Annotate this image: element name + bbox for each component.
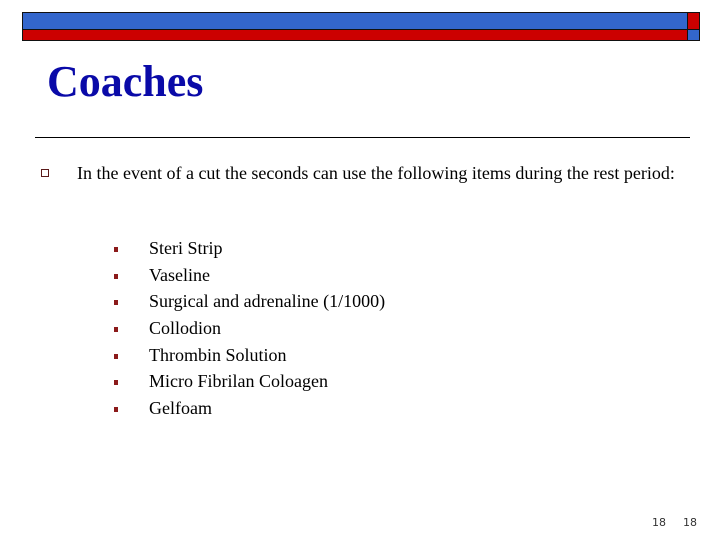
square-bullet-icon [114, 407, 118, 413]
title-divider [35, 137, 690, 138]
list-item-text: Collodion [149, 318, 222, 339]
list-item-text: Gelfoam [149, 398, 212, 419]
square-bullet-icon [114, 273, 118, 279]
list-item-text: Surgical and adrenaline (1/1000) [149, 291, 386, 312]
slide-number-secondary: 18 [683, 516, 697, 529]
list-item: Thrombin Solution [0, 344, 600, 371]
list-item-text: Steri Strip [149, 238, 223, 258]
list-item: Steri Strip [0, 237, 600, 264]
slide-title: Coaches [47, 57, 204, 106]
list-item-text: Micro Fibrilan Coloagen [149, 371, 328, 392]
header-square-blue [687, 29, 700, 41]
main-bullet-text: In the event of a cut the seconds can us… [77, 163, 675, 183]
header-bar-blue [22, 12, 688, 30]
list-item-text: Thrombin Solution [149, 344, 287, 365]
square-bullet-icon [114, 247, 118, 252]
square-bullet-icon [114, 300, 118, 306]
square-bullet-icon [114, 380, 118, 386]
list-item: Gelfoam [0, 397, 600, 424]
header-square-red [687, 12, 700, 30]
list-item: Vaseline [0, 264, 600, 291]
list-item: Micro Fibrilan Coloagen [0, 370, 600, 397]
header-bar-red [22, 29, 688, 41]
list-item: Collodion [0, 317, 600, 344]
square-bullet-icon [114, 353, 118, 359]
hollow-square-bullet-icon [41, 169, 49, 177]
slide-number: 18 [652, 516, 666, 529]
sub-bullet-list: Steri Strip Vaseline Surgical and adrena… [0, 237, 600, 424]
list-item-text: Vaseline [149, 264, 210, 285]
square-bullet-icon [114, 327, 118, 333]
list-item: Surgical and adrenaline (1/1000) [0, 290, 600, 317]
